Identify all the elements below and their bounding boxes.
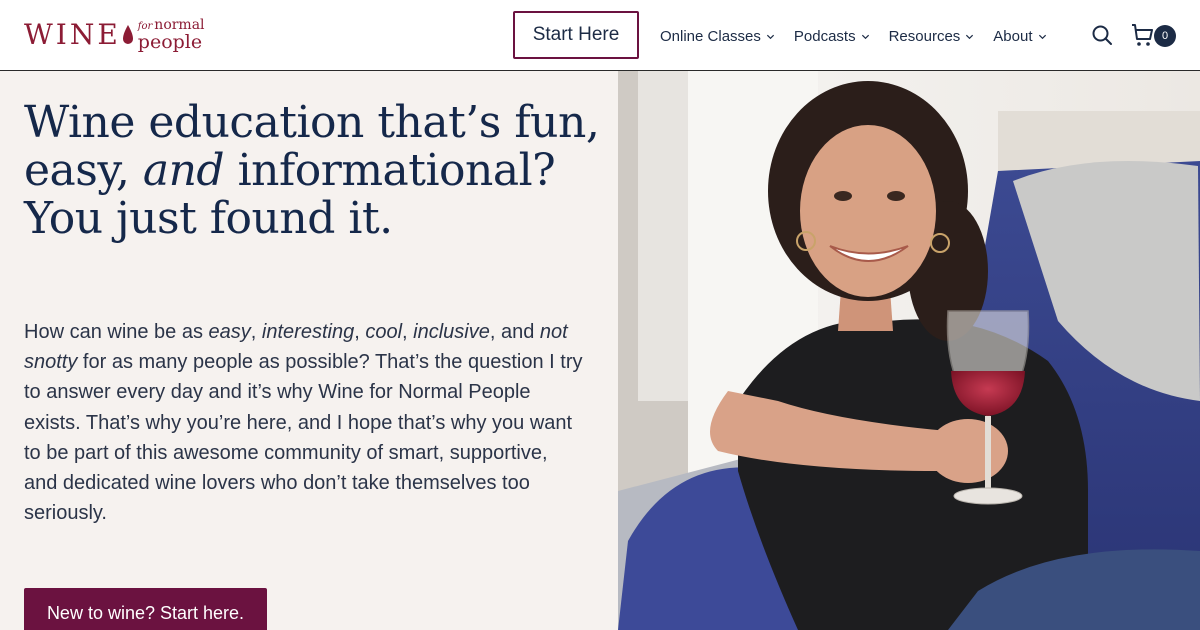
nav-label: Podcasts: [793, 27, 856, 45]
chevron-down-icon: [861, 34, 869, 39]
body-emphasis: easy: [208, 321, 251, 343]
new-to-wine-button[interactable]: New to wine? Start here.: [24, 588, 267, 630]
nav-label: About: [993, 27, 1033, 45]
nav-about[interactable]: About: [993, 28, 1046, 45]
logo-wordmark: WINE: [24, 18, 121, 51]
cart-count-badge: 0: [1154, 25, 1176, 47]
nav-label: Resources: [888, 27, 961, 45]
body-text: ,: [354, 321, 360, 343]
chevron-down-icon: [1038, 34, 1046, 39]
site-logo[interactable]: WINE for normal people: [24, 17, 229, 53]
body-emphasis: inclusive: [413, 321, 490, 343]
body-text: ,: [402, 321, 408, 343]
nav-podcasts[interactable]: Podcasts: [794, 28, 870, 45]
body-text: , and: [489, 321, 535, 343]
hero-title: Wine education that’s fun, easy, and inf…: [24, 99, 604, 243]
body-text: for as many people as possible? That’s t…: [24, 351, 583, 525]
hero-photo: [618, 71, 1200, 630]
search-icon[interactable]: [1091, 24, 1113, 46]
start-here-button[interactable]: Start Here: [513, 11, 639, 59]
body-text: ,: [250, 321, 257, 343]
body-text: How can wine be as: [24, 321, 203, 343]
nav-label: Online Classes: [660, 27, 761, 45]
logo-tagline: for normal people: [138, 18, 205, 52]
logo-people-text: people: [137, 31, 203, 53]
hero-title-emphasis: and: [142, 145, 225, 196]
hero-text-panel: Wine education that’s fun, easy, and inf…: [0, 71, 618, 630]
cart-icon[interactable]: [1129, 22, 1155, 48]
hero-description: How can wine be as easy, interesting, co…: [24, 317, 584, 528]
chevron-down-icon: [966, 34, 974, 39]
site-header: WINE for normal people Start Here Online …: [0, 0, 1200, 71]
nav-online-classes[interactable]: Online Classes: [660, 28, 775, 45]
main-nav: Online Classes Podcasts Resources About: [660, 24, 1066, 48]
body-emphasis: cool: [365, 321, 403, 343]
woman-with-wine-photo: [618, 71, 1200, 630]
wine-drop-icon: [122, 25, 133, 44]
chevron-down-icon: [766, 34, 774, 39]
nav-resources[interactable]: Resources: [889, 28, 975, 45]
body-emphasis: interesting: [261, 321, 355, 343]
